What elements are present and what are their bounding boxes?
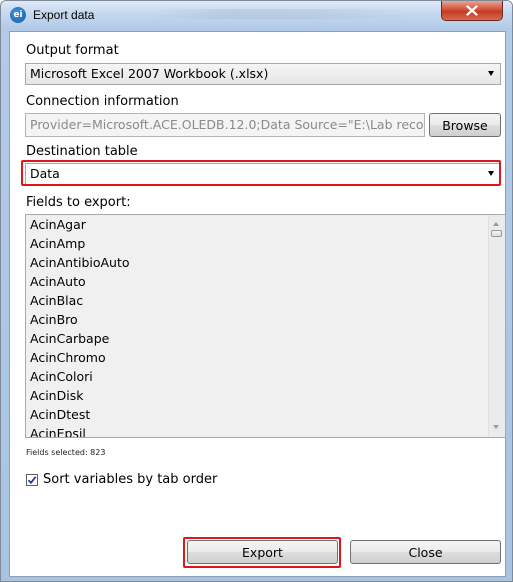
fields-selected-count: Fields selected: 823 [26,448,106,457]
window-title: Export data [33,8,95,22]
list-item[interactable]: AcinBro [26,310,488,329]
close-button[interactable]: Close [350,540,501,564]
connection-info-label: Connection information [26,94,179,109]
output-format-label: Output format [26,43,119,58]
scroll-thumb[interactable] [491,230,502,237]
list-item[interactable]: AcinAntibioAuto [26,253,488,272]
connection-string-value: Provider=Microsoft.ACE.OLEDB.12.0;Data S… [30,117,425,132]
close-x-icon [466,5,478,16]
list-item[interactable]: AcinBlac [26,291,488,310]
destination-table-label: Destination table [26,144,138,159]
window-close-button[interactable] [441,1,503,21]
background-window-title [151,9,411,19]
app-icon-text: ei [13,10,23,20]
list-item[interactable]: AcinDisk [26,386,488,405]
fields-listbox[interactable]: AcinAgar AcinAmp AcinAntibioAuto AcinAuto Ac… [25,214,506,438]
list-item[interactable]: AcinColori [26,367,488,386]
output-format-select[interactable]: Microsoft Excel 2007 Workbook (.xlsx) [25,63,501,85]
scroll-down-arrow-icon[interactable] [493,425,499,429]
fields-list: AcinAgar AcinAmp AcinAntibioAuto AcinAuto Ac… [26,215,488,437]
list-item[interactable]: AcinCarbape [26,329,488,348]
checkmark-icon [27,476,37,485]
list-item[interactable]: AcinEpsil [26,424,488,437]
scroll-up-arrow-icon[interactable] [493,222,499,226]
chevron-down-icon [488,71,494,76]
fields-to-export-label: Fields to export: [26,195,131,210]
list-item[interactable]: AcinChromo [26,348,488,367]
browse-button-label: Browse [442,117,488,133]
title-bar[interactable]: ei Export data [1,1,512,29]
list-item[interactable]: AcinAuto [26,272,488,291]
app-logo-icon: ei [10,7,26,23]
output-format-value: Microsoft Excel 2007 Workbook (.xlsx) [30,66,269,81]
connection-string-input[interactable]: Provider=Microsoft.ACE.OLEDB.12.0;Data S… [25,113,425,137]
list-item[interactable]: AcinAmp [26,234,488,253]
close-button-label: Close [408,544,443,560]
sort-by-tab-order-checkbox[interactable] [26,474,38,486]
browse-button[interactable]: Browse [429,113,501,137]
fields-scrollbar[interactable] [488,215,505,437]
export-data-window: ei Export data Output format Microsoft E… [0,0,513,582]
destination-highlight [21,160,501,186]
list-item[interactable]: AcinAgar [26,215,488,234]
list-item[interactable]: AcinDtest [26,405,488,424]
export-highlight [183,537,341,568]
sort-by-tab-order-label: Sort variables by tab order [43,472,218,487]
